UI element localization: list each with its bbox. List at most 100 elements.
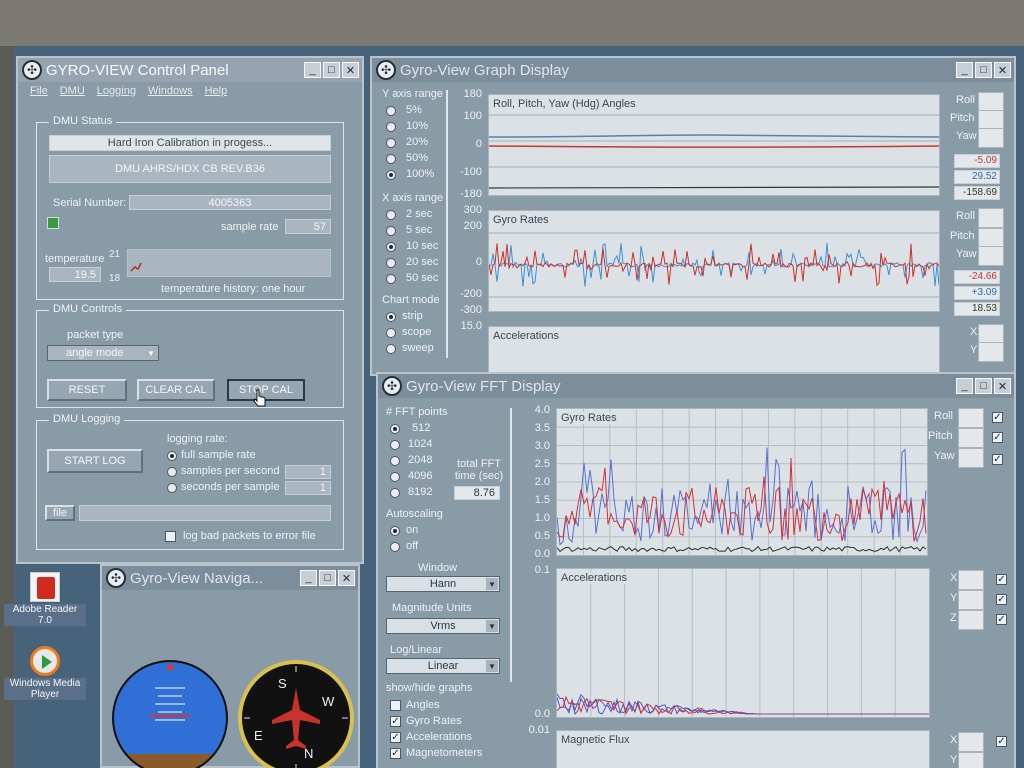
gyro-view-app-icon: ✣ [382, 376, 402, 396]
reset-button[interactable]: RESET [47, 379, 127, 401]
close-button[interactable]: ✕ [994, 62, 1011, 78]
y-range-100-radio[interactable] [386, 170, 396, 180]
y-range-20-radio[interactable] [386, 138, 396, 148]
maximize-button[interactable]: □ [975, 378, 992, 394]
file-button[interactable]: file [45, 505, 75, 521]
fft-512-radio[interactable] [390, 424, 400, 434]
chart-mode-sweep-radio[interactable] [386, 344, 396, 354]
yaw-rate-readout: 18.53 [954, 302, 1000, 316]
menu-help[interactable]: Help [205, 85, 228, 97]
maximize-button[interactable]: □ [323, 62, 340, 78]
window-dropdown[interactable]: Hann ▼ [386, 576, 500, 592]
compass-indicator [238, 660, 354, 768]
angles-checkbox[interactable] [390, 700, 401, 711]
desktop-icon-adobe-reader[interactable]: Adobe Reader 7.0 [4, 572, 86, 626]
magnitude-units-label: Magnitude Units [392, 602, 472, 614]
show-hide-label: show/hide graphs [386, 682, 473, 694]
close-button[interactable]: ✕ [994, 378, 1011, 394]
magnetometers-toggle-label: Magnetometers [406, 747, 483, 759]
navigation-titlebar[interactable]: ✣ Gyro-View Naviga... _ □ ✕ [102, 566, 358, 590]
full-sample-rate-radio[interactable] [167, 451, 177, 461]
control-panel-titlebar[interactable]: ✣ GYRO-VIEW Control Panel _ □ ✕ [18, 58, 362, 82]
x-range-5-radio[interactable] [386, 226, 396, 236]
accelerations-toggle-label: Accelerations [406, 731, 473, 743]
dmu-logging-title: DMU Logging [49, 413, 125, 425]
accelerations-plot-title: Accelerations [493, 330, 560, 342]
file-path-field[interactable] [79, 505, 331, 521]
rates-legend-roll: Roll [956, 210, 975, 222]
fft-2048-radio[interactable] [390, 456, 400, 466]
fft-roll-checkbox[interactable]: ✓ [992, 412, 1003, 423]
menu-file[interactable]: File [30, 85, 48, 97]
fft-accel-z-checkbox[interactable]: ✓ [996, 614, 1007, 625]
samples-per-second-input[interactable]: 1 [285, 465, 331, 479]
rates-legend-yaw: Yaw [956, 248, 977, 260]
maximize-button[interactable]: □ [975, 62, 992, 78]
fft-accel-ytick-01: 0.1 [534, 564, 550, 576]
fft-accel-z-line [557, 693, 929, 716]
dmu-controls-group: DMU Controls packet type angle mode ▼ RE… [36, 303, 344, 408]
fft-yaw-checkbox[interactable]: ✓ [992, 454, 1003, 465]
menu-windows[interactable]: Windows [148, 85, 193, 97]
fft-accel-x-checkbox[interactable]: ✓ [996, 574, 1007, 585]
accelerations-checkbox[interactable]: ✓ [390, 732, 401, 743]
magnitude-units-dropdown[interactable]: Vrms ▼ [386, 618, 500, 634]
fft-8192-radio[interactable] [390, 488, 400, 498]
chevron-down-icon: ▼ [486, 660, 498, 672]
minimize-button[interactable]: _ [956, 378, 973, 394]
fft-mag-x-checkbox[interactable]: ✓ [996, 736, 1007, 747]
yaw-legend-swatch [978, 128, 1004, 148]
chart-mode-strip-radio[interactable] [386, 312, 396, 322]
y-range-10-label: 10% [406, 120, 429, 132]
roll-legend-swatch [978, 92, 1004, 112]
maximize-button[interactable]: □ [319, 570, 336, 586]
clear-cal-button[interactable]: CLEAR CAL [137, 379, 215, 401]
close-button[interactable]: ✕ [338, 570, 355, 586]
wall-background [0, 0, 1024, 48]
fft-display-titlebar[interactable]: ✣ Gyro-View FFT Display _ □ ✕ [378, 374, 1014, 398]
y-axis-range-label: Y axis range [382, 88, 443, 100]
close-button[interactable]: ✕ [342, 62, 359, 78]
autoscaling-off-radio[interactable] [390, 542, 400, 552]
fft-4096-radio[interactable] [390, 472, 400, 482]
chart-mode-sweep-label: sweep [402, 342, 434, 354]
seconds-per-sample-input[interactable]: 1 [285, 481, 331, 495]
menu-dmu[interactable]: DMU [60, 85, 85, 97]
fft-pitch-checkbox[interactable]: ✓ [992, 432, 1003, 443]
autoscaling-on-radio[interactable] [390, 526, 400, 536]
seconds-per-sample-radio[interactable] [167, 483, 177, 493]
x-range-10-radio[interactable] [386, 242, 396, 252]
x-range-2-radio[interactable] [386, 210, 396, 220]
gyro-rates-checkbox[interactable]: ✓ [390, 716, 401, 727]
samples-per-second-radio[interactable] [167, 467, 177, 477]
packet-type-value: angle mode [66, 347, 124, 359]
y-range-5-radio[interactable] [386, 106, 396, 116]
fft-mag-x-swatch [958, 732, 984, 752]
x-range-20-radio[interactable] [386, 258, 396, 268]
minimize-button[interactable]: _ [956, 62, 973, 78]
dmu-controls-title: DMU Controls [49, 303, 127, 315]
log-bad-packets-checkbox[interactable] [165, 531, 176, 542]
minimize-button[interactable]: _ [300, 570, 317, 586]
temperature-history-chart [127, 249, 331, 277]
packet-type-dropdown[interactable]: angle mode ▼ [47, 345, 159, 361]
magnetometers-checkbox[interactable]: ✓ [390, 748, 401, 759]
fft-accel-y-checkbox[interactable]: ✓ [996, 594, 1007, 605]
menu-logging[interactable]: Logging [97, 85, 136, 97]
y-range-10-radio[interactable] [386, 122, 396, 132]
x-range-50-radio[interactable] [386, 274, 396, 284]
graph-display-titlebar[interactable]: ✣ Gyro-View Graph Display _ □ ✕ [372, 58, 1014, 82]
chart-mode-scope-radio[interactable] [386, 328, 396, 338]
chevron-down-icon: ▼ [486, 578, 498, 590]
desktop-icon-media-player[interactable]: Windows Media Player [4, 646, 86, 700]
log-linear-dropdown[interactable]: Linear ▼ [386, 658, 500, 674]
temp-max-tick: 21 [109, 249, 121, 260]
adobe-reader-label: Adobe Reader 7.0 [4, 604, 86, 626]
start-log-button[interactable]: START LOG [47, 449, 143, 473]
fft-1024-radio[interactable] [390, 440, 400, 450]
minimize-button[interactable]: _ [304, 62, 321, 78]
fft-gyro-ytick-1: 1.0 [534, 512, 550, 524]
x-range-2-label: 2 sec [406, 208, 433, 220]
accel-x-swatch [978, 324, 1004, 344]
y-range-50-radio[interactable] [386, 154, 396, 164]
